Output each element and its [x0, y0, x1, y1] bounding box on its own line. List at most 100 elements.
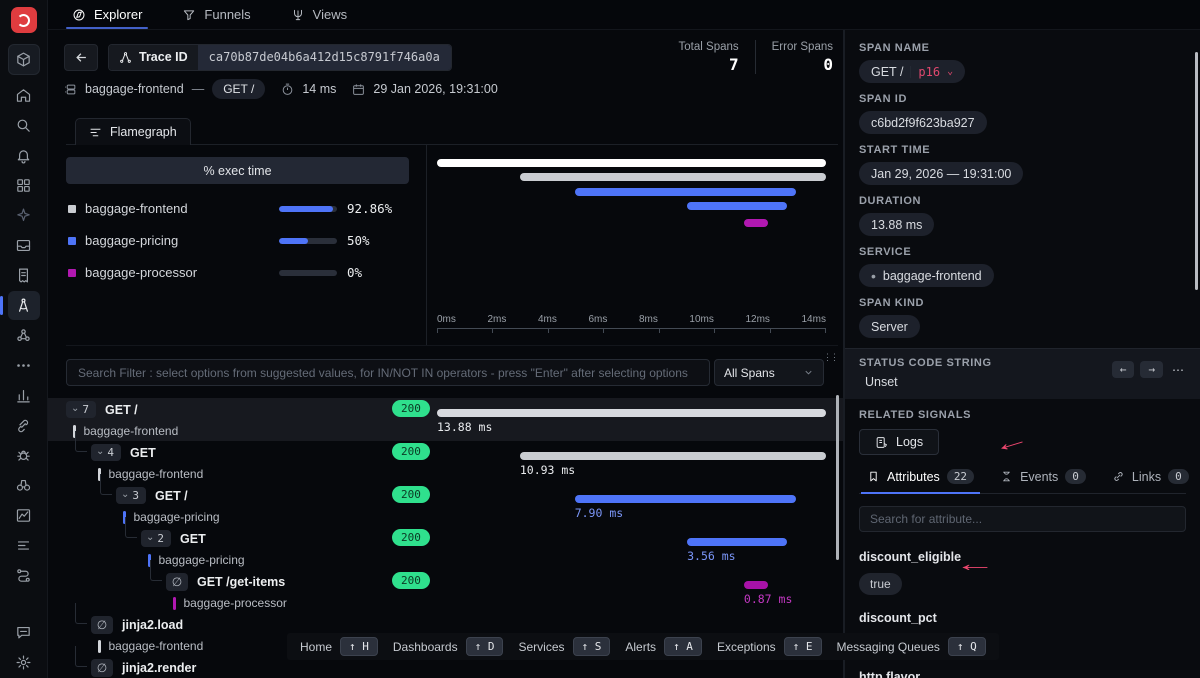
detail-field-span-name: SPAN NAME GET /p16⌄ [859, 42, 1186, 83]
span-row[interactable]: ⌄4GET200 baggage-frontend10.93 ms [48, 441, 843, 484]
waterfall-bar[interactable] [437, 409, 826, 417]
sidebar-item-get-started[interactable] [8, 44, 40, 75]
waterfall-bar[interactable] [575, 495, 797, 503]
collapse-toggle[interactable]: ⌄2 [141, 530, 171, 547]
details-scrollbar[interactable] [1195, 52, 1198, 290]
trace-operation-chip[interactable]: GET / [212, 79, 265, 99]
span-search-input[interactable] [66, 359, 710, 386]
span-service-name: baggage-pricing [134, 510, 220, 524]
signoz-logo-icon[interactable] [11, 7, 37, 33]
shortcut-dashboards[interactable]: Dashboards ↑ D [393, 637, 504, 656]
span-name-chip[interactable]: GET /p16⌄ [859, 60, 965, 83]
annotation-arrow-attribute: ← [954, 553, 996, 575]
related-logs-button[interactable]: Logs [859, 429, 939, 455]
chevron-down-icon [803, 367, 814, 378]
flamegraph-chart[interactable]: 0ms2ms4ms6ms8ms10ms12ms14ms [437, 145, 826, 345]
arrow-left-icon [74, 50, 89, 65]
sidebar-item-ai-assistant[interactable] [8, 201, 40, 230]
span-service-row: baggage-processor [48, 593, 437, 613]
trace-id-chip[interactable]: Trace ID ca70b87de04b6a412d15c8791f746a0… [108, 44, 452, 71]
span-tree-scrollbar[interactable] [836, 395, 839, 560]
sidebar-item-exceptions[interactable] [8, 441, 40, 470]
span-row[interactable]: ⌄7GET /200 baggage-frontend13.88 ms [48, 398, 843, 441]
sidebar-item-more[interactable] [8, 351, 40, 380]
span-row[interactable]: ∅GET /get-items200 baggage-processor0.87… [48, 570, 843, 613]
sidebar-item-support[interactable] [8, 618, 40, 647]
back-button[interactable] [64, 44, 98, 71]
attribute-search-input[interactable] [859, 506, 1186, 532]
shortcut-services[interactable]: Services ↑ S [518, 637, 610, 656]
nav-tab-funnels[interactable]: Funnels [180, 0, 252, 29]
calendar-icon [352, 83, 365, 96]
span-tree-cell: ⌄2GET200 baggage-pricing [48, 527, 437, 570]
detail-field-start-time: START TIME Jan 29, 2026 — 19:31:00 [859, 144, 1186, 185]
span-service-row: baggage-pricing [48, 550, 437, 570]
next-span-button[interactable]: → [1140, 361, 1163, 378]
sidebar-item-traces[interactable] [8, 291, 40, 320]
trace-id-label: Trace ID [139, 50, 188, 64]
sidebar-item-dashboards[interactable] [8, 171, 40, 200]
sidebar-item-infrastructure[interactable] [8, 321, 40, 350]
span-row[interactable]: ⌄2GET200 baggage-pricing3.56 ms [48, 527, 843, 570]
prev-span-button[interactable]: ← [1112, 361, 1135, 378]
sidebar-item-service-map[interactable] [8, 471, 40, 500]
span-row[interactable]: ⌄3GET /200 baggage-pricing7.90 ms [48, 484, 843, 527]
span-service-name: baggage-frontend [109, 467, 204, 481]
legend-row: baggage-pricing 50% [68, 233, 409, 248]
span-service-name: baggage-frontend [84, 424, 179, 438]
detail-label: SPAN NAME [859, 42, 1186, 54]
shortcut-messaging-queues[interactable]: Messaging Queues ↑ Q [837, 637, 986, 656]
details-tab-links[interactable]: Links0 [1112, 469, 1189, 484]
more-options-icon[interactable]: ⋯ [1169, 363, 1188, 377]
shortcut-label: Services [518, 640, 564, 654]
waterfall-bar[interactable] [744, 581, 769, 589]
waterfall-bar[interactable] [520, 452, 826, 460]
details-tab-attributes[interactable]: Attributes22 [867, 469, 974, 484]
sidebar-item-alerts[interactable] [8, 141, 40, 170]
detail-field-span-id: SPAN IDc6bd2f9f623ba927 [859, 93, 1186, 134]
sidebar-item-search[interactable] [8, 111, 40, 140]
detail-label: SPAN KIND [859, 297, 1186, 309]
flame-span-bar[interactable] [520, 173, 826, 181]
attribute-value-chip: true [859, 573, 902, 595]
status-badge: 200 [392, 443, 430, 460]
details-tab-events[interactable]: Events0 [1000, 469, 1086, 484]
legend-progress-track [279, 206, 337, 212]
shortcut-exceptions[interactable]: Exceptions ↑ E [717, 637, 822, 656]
flame-span-bar[interactable] [575, 188, 797, 196]
panel-divider[interactable] [843, 30, 845, 678]
waterfall-bar[interactable] [687, 538, 787, 546]
detail-value-chip: Jan 29, 2026 — 19:31:00 [859, 162, 1023, 185]
sidebar-item-services[interactable] [8, 231, 40, 260]
detail-label: START TIME [859, 144, 1186, 156]
sidebar-item-home[interactable] [8, 81, 40, 110]
sidebar-item-settings[interactable] [8, 648, 40, 677]
chevron-down-icon: ⌄ [947, 66, 953, 77]
nav-tab-views[interactable]: Views [289, 0, 349, 29]
sidebar-item-usage[interactable] [8, 501, 40, 530]
axis-tick-label: 2ms [487, 314, 506, 325]
dashboards-icon [15, 177, 32, 194]
collapse-toggle[interactable]: ⌄3 [116, 487, 146, 504]
sidebar-item-messaging-queues[interactable] [8, 561, 40, 590]
nav-tab-explorer[interactable]: Explorer [70, 0, 144, 29]
detail-value-chip: 13.88 ms [859, 213, 934, 236]
collapse-toggle[interactable]: ⌄7 [66, 401, 96, 418]
flame-span-bar[interactable] [437, 159, 826, 167]
flame-span-bar[interactable] [744, 219, 769, 227]
sidebar-item-pipelines[interactable] [8, 531, 40, 560]
related-signals-label: RELATED SIGNALS [859, 409, 1186, 421]
shortcut-home[interactable]: Home ↑ H [300, 637, 378, 656]
span-waterfall-cell: 13.88 ms [437, 398, 826, 441]
flamegraph-legend: % exec time baggage-frontend 92.86% bagg… [66, 145, 427, 345]
sidebar-item-logs[interactable] [8, 261, 40, 290]
tab-flamegraph[interactable]: Flamegraph [75, 118, 191, 145]
shortcut-alerts[interactable]: Alerts ↑ A [625, 637, 702, 656]
spans-filter-dropdown[interactable]: All Spans [714, 359, 824, 386]
flame-span-bar[interactable] [687, 202, 787, 210]
panel-drag-handle[interactable]: ⋮⋮ [823, 352, 837, 363]
span-name: GET / [155, 489, 188, 503]
sidebar-item-integrations[interactable] [8, 411, 40, 440]
sidebar-item-metrics[interactable] [8, 381, 40, 410]
collapse-toggle[interactable]: ⌄4 [91, 444, 121, 461]
